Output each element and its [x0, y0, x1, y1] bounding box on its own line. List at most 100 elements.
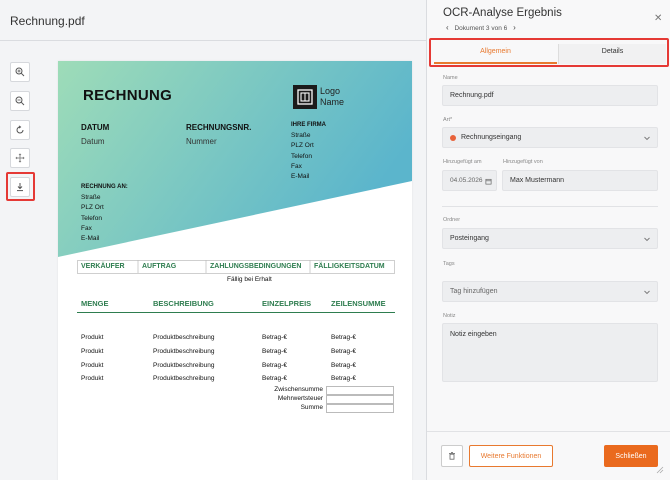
row-quantity: Produkt	[81, 362, 104, 369]
close-icon[interactable]: ✕	[654, 13, 662, 24]
logo-icon	[293, 85, 317, 109]
delete-button[interactable]	[441, 445, 463, 467]
company-line: Telefon	[291, 152, 312, 160]
panel-title: OCR-Analyse Ergebnis	[443, 7, 562, 19]
note-textarea[interactable]: Notiz eingeben	[442, 323, 658, 382]
company-line: PLZ Ort	[291, 142, 314, 150]
row-description: Produktbeschreibung	[153, 348, 215, 355]
column-header: EINZELPREIS	[262, 299, 312, 308]
name-label: Name	[443, 75, 458, 81]
row-quantity: Produkt	[81, 348, 104, 355]
folder-select[interactable]: Posteingang	[442, 228, 658, 249]
company-line: Straße	[291, 132, 311, 139]
zoom-out-icon	[15, 96, 25, 106]
row-total: Betrag-€	[331, 362, 356, 369]
chevron-down-icon	[644, 136, 650, 140]
type-select[interactable]: Rechnungseingang	[442, 127, 658, 148]
type-value: Rechnungseingang	[461, 134, 522, 141]
logo-line-2: Name	[320, 97, 345, 107]
invoice-title: RECHNUNG	[83, 87, 173, 104]
note-placeholder: Notiz eingeben	[450, 331, 497, 338]
terms-header: FÄLLIGKEITSDATUM	[314, 263, 385, 270]
more-functions-button[interactable]: Weitere Funktionen	[469, 445, 553, 467]
document-viewer: Rechnung.pdf RECHNUNG Logo Name DATUM Da…	[0, 0, 427, 480]
row-description: Produktbeschreibung	[153, 375, 215, 382]
added-by-label: Hinzugefügt von	[503, 159, 543, 165]
logo-line-1: Logo	[320, 86, 341, 96]
company-line: Fax	[291, 162, 302, 170]
note-label: Notiz	[443, 313, 456, 319]
rotate-icon	[16, 125, 24, 134]
row-unit-price: Betrag-€	[262, 348, 287, 355]
company-line: E-Mail	[291, 173, 310, 181]
added-on-value: 04.05.2026	[450, 177, 483, 184]
name-value: Rechnung.pdf	[450, 92, 494, 99]
invoice-number-label: RECHNUNGSNR.	[186, 123, 252, 132]
tags-select[interactable]: Tag hinzufügen	[442, 281, 658, 302]
total-label: Summe	[300, 404, 323, 411]
document-counter: Dokument 3 von 6	[454, 25, 508, 32]
tax-label: Mehrwertsteuer	[277, 395, 323, 402]
divider	[0, 40, 426, 41]
invoice-page: RECHNUNG Logo Name DATUM Datum RECHNUNGS…	[58, 61, 412, 480]
close-button[interactable]: Schließen	[604, 445, 658, 467]
status-dot-icon	[450, 134, 456, 141]
zoom-in-icon	[15, 67, 25, 77]
row-description: Produktbeschreibung	[153, 362, 215, 369]
added-on-input[interactable]: 04.05.2026	[442, 170, 497, 191]
terms-value: Fällig bei Erhalt	[227, 276, 272, 283]
tags-label: Tags	[443, 261, 455, 267]
zoom-in-button[interactable]	[10, 62, 30, 82]
company-address: Straße PLZ Ort Telefon Fax E-Mail	[291, 131, 314, 182]
datum-label: DATUM	[81, 123, 110, 132]
previous-document-icon[interactable]: ‹	[446, 23, 449, 32]
document-navigation: ‹ Dokument 3 von 6 ›	[446, 23, 516, 32]
chevron-down-icon	[644, 290, 650, 294]
divider	[427, 431, 670, 432]
recipient-line: Fax	[81, 224, 92, 232]
folder-value: Posteingang	[450, 235, 489, 242]
terms-table: VERKÄUFER AUFTRAG ZAHLUNGSBEDINGUNGEN FÄ…	[77, 260, 395, 288]
tags-placeholder: Tag hinzufügen	[450, 288, 498, 295]
added-on-label: Hinzugefügt am	[443, 159, 482, 165]
recipient-line: Telefon	[81, 214, 102, 222]
next-document-icon[interactable]: ›	[513, 23, 516, 32]
column-header: BESCHREIBUNG	[153, 299, 214, 308]
trash-icon	[449, 452, 455, 460]
row-quantity: Produkt	[81, 375, 104, 382]
divider	[442, 206, 658, 207]
tax-box	[326, 395, 394, 404]
row-unit-price: Betrag-€	[262, 334, 287, 341]
tab-details[interactable]: Details	[558, 44, 666, 64]
zoom-out-button[interactable]	[10, 91, 30, 111]
recipient-line: Straße	[81, 194, 101, 201]
move-button[interactable]	[10, 148, 30, 168]
invoice-number-value: Nummer	[186, 137, 217, 146]
name-input[interactable]: Rechnung.pdf	[442, 85, 658, 106]
tab-allgemein[interactable]: Allgemein	[434, 44, 557, 64]
move-icon	[15, 153, 25, 163]
company-label: IHRE FIRMA	[291, 122, 326, 128]
ocr-result-panel: OCR-Analyse Ergebnis ✕ ‹ Dokument 3 von …	[427, 0, 670, 480]
recipient-line: PLZ Ort	[81, 204, 104, 212]
row-description: Produktbeschreibung	[153, 334, 215, 341]
row-unit-price: Betrag-€	[262, 362, 287, 369]
added-by-value: Max Mustermann	[510, 177, 565, 184]
row-unit-price: Betrag-€	[262, 375, 287, 382]
row-total: Betrag-€	[331, 334, 356, 341]
resize-grip-icon[interactable]	[656, 466, 664, 474]
added-by-input[interactable]: Max Mustermann	[502, 170, 658, 191]
type-label: Art*	[443, 117, 453, 123]
subtotal-label: Zwischensumme	[274, 386, 323, 393]
terms-header: VERKÄUFER	[81, 263, 125, 270]
calendar-icon	[485, 178, 492, 185]
chevron-down-icon	[644, 237, 650, 241]
row-quantity: Produkt	[81, 334, 104, 341]
column-divider	[77, 312, 395, 313]
rotate-button[interactable]	[10, 120, 30, 140]
download-highlight-frame	[6, 172, 35, 201]
logo-name: Logo Name	[320, 86, 360, 108]
subtotal-box	[326, 386, 394, 395]
row-total: Betrag-€	[331, 348, 356, 355]
tabs-highlight-frame: Allgemein Details	[429, 38, 669, 67]
